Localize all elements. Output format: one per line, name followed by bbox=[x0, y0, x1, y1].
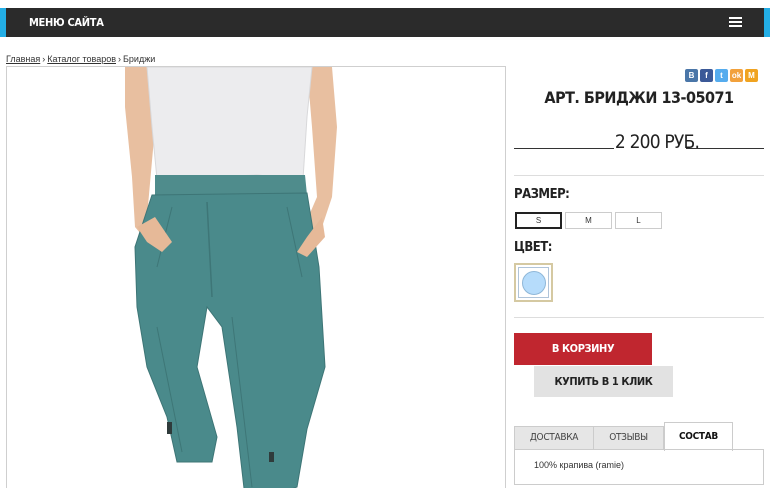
left-accent bbox=[0, 8, 6, 37]
top-menu-bar: МЕНЮ САЙТА bbox=[0, 8, 770, 37]
size-option-s[interactable]: S bbox=[515, 212, 562, 229]
right-accent bbox=[764, 8, 770, 37]
tab-reviews[interactable]: ОТЗЫВЫ bbox=[593, 426, 664, 450]
color-label: ЦВЕТ: bbox=[514, 240, 552, 255]
product-tabs: ДОСТАВКА ОТЗЫВЫ СОСТАВ bbox=[514, 422, 764, 451]
size-label: РАЗМЕР: bbox=[514, 187, 570, 202]
color-swatch-dot bbox=[521, 270, 546, 295]
breadcrumb: Главная › Каталог товаров › Бриджи bbox=[6, 54, 155, 64]
divider bbox=[514, 317, 764, 318]
product-photo[interactable] bbox=[6, 66, 506, 488]
vk-icon[interactable]: В bbox=[685, 69, 698, 82]
divider bbox=[514, 175, 764, 176]
add-to-cart-button[interactable]: В КОРЗИНУ bbox=[514, 333, 652, 365]
breadcrumb-separator: › bbox=[42, 54, 46, 64]
product-price: 2 200 РУБ. bbox=[614, 131, 700, 153]
buy-one-click-button[interactable]: КУПИТЬ В 1 КЛИК bbox=[534, 366, 673, 397]
breadcrumb-separator: › bbox=[118, 54, 121, 64]
breadcrumb-home-link[interactable]: Главная bbox=[6, 54, 40, 64]
composition-text: 100% крапива (ramie) bbox=[534, 460, 625, 470]
hamburger-menu-icon[interactable] bbox=[729, 17, 742, 28]
breadcrumb-catalog-link[interactable]: Каталог товаров bbox=[47, 54, 116, 64]
tab-panel-composition: 100% крапива (ramie) bbox=[514, 449, 764, 485]
size-option-m[interactable]: M bbox=[565, 212, 612, 229]
price-divider-right bbox=[686, 148, 764, 149]
color-swatch-frame bbox=[518, 267, 549, 298]
tab-composition[interactable]: СОСТАВ bbox=[664, 422, 733, 451]
facebook-icon[interactable]: f bbox=[700, 69, 713, 82]
price-row: 2 200 РУБ. bbox=[514, 131, 764, 153]
odnoklassniki-icon[interactable]: ok bbox=[730, 69, 743, 82]
mailru-icon[interactable]: M bbox=[745, 69, 758, 82]
size-option-l[interactable]: L bbox=[615, 212, 662, 229]
price-divider-left bbox=[514, 148, 614, 149]
site-menu-label[interactable]: МЕНЮ САЙТА bbox=[29, 16, 104, 29]
breadcrumb-current: Бриджи bbox=[123, 54, 156, 64]
social-share: В f t ok M bbox=[685, 69, 758, 82]
tab-delivery[interactable]: ДОСТАВКА bbox=[514, 426, 594, 450]
size-selector: S M L bbox=[515, 212, 662, 229]
product-article: АРТ. БРИДЖИ 13-05071 bbox=[544, 88, 734, 107]
product-image bbox=[125, 67, 337, 488]
twitter-icon[interactable]: t bbox=[715, 69, 728, 82]
color-swatch[interactable] bbox=[514, 263, 553, 302]
